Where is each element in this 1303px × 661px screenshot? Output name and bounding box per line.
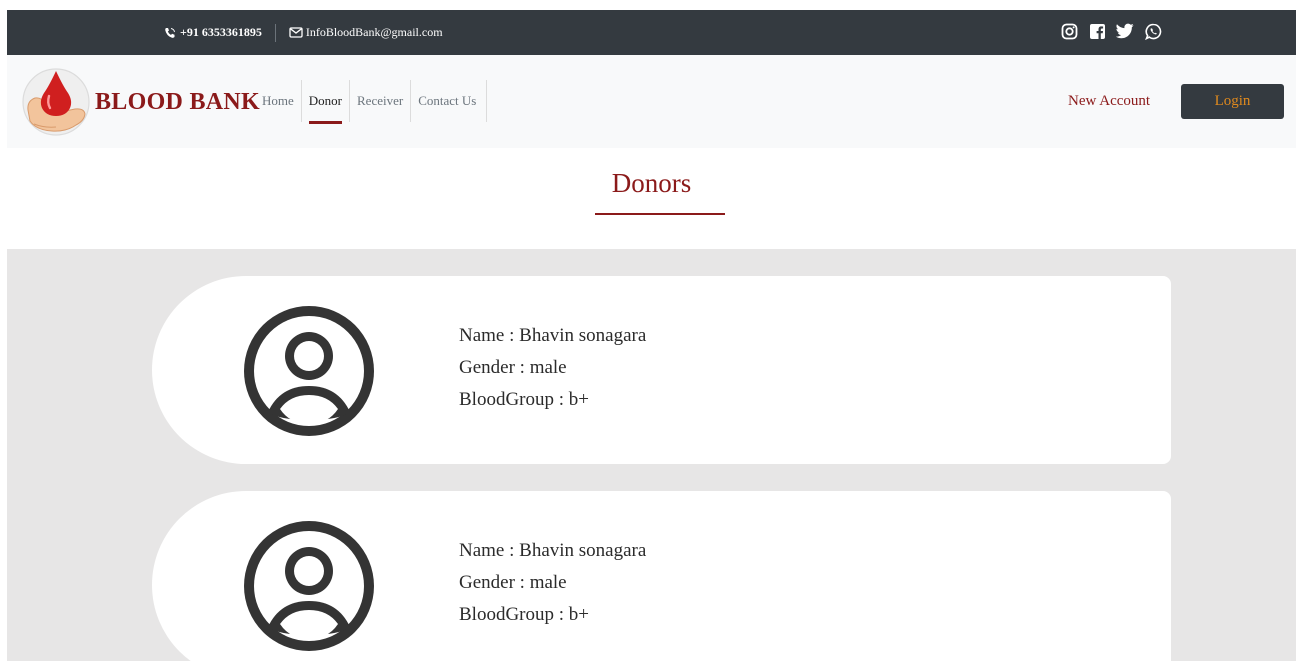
facebook-icon[interactable]	[1087, 21, 1107, 41]
donor-card: Name : Bhavin sonagara Gender : male Blo…	[152, 491, 1171, 661]
page-title: Donors	[611, 168, 692, 198]
nav-receiver[interactable]: Receiver	[350, 80, 412, 122]
donor-card: Name : Bhavin sonagara Gender : male Blo…	[152, 276, 1171, 464]
donor-info: Name : Bhavin sonagara Gender : male Blo…	[459, 535, 646, 631]
brand-name[interactable]: BLOOD BANK	[95, 89, 260, 116]
donor-gender: Gender : male	[459, 572, 567, 593]
nav-contact-us[interactable]: Contact Us	[411, 80, 488, 122]
divider	[274, 23, 276, 42]
email-address: InfoBloodBank@gmail.com	[305, 25, 443, 39]
donor-name: Name : Bhavin sonagara	[459, 540, 647, 561]
donor-name: Name : Bhavin sonagara	[459, 325, 647, 346]
phone-icon	[165, 27, 175, 38]
user-avatar-icon	[244, 521, 374, 651]
donor-blood-group: BloodGroup : b+	[459, 604, 589, 625]
social-links	[1059, 21, 1163, 41]
instagram-icon[interactable]	[1059, 21, 1079, 41]
new-account-link[interactable]: New Account	[1068, 93, 1150, 110]
donor-gender: Gender : male	[459, 357, 567, 378]
envelope-icon	[289, 27, 303, 38]
phone-number: +91 6353361895	[180, 25, 262, 39]
navbar: BLOOD BANK Home Donor Receiver Contact U…	[7, 55, 1296, 148]
phone-contact[interactable]: +91 6353361895	[164, 25, 262, 40]
nav-home[interactable]: Home	[255, 80, 302, 122]
blood-drop-logo[interactable]	[22, 64, 90, 140]
nav-donor[interactable]: Donor	[302, 80, 350, 124]
donor-blood-group: BloodGroup : b+	[459, 389, 589, 410]
twitter-icon[interactable]	[1115, 21, 1135, 41]
contact-info: +91 6353361895 InfoBloodBank@gmail.com	[164, 10, 443, 55]
user-avatar-icon	[244, 306, 374, 436]
whatsapp-icon[interactable]	[1143, 21, 1163, 41]
title-underline	[595, 213, 725, 215]
donor-info: Name : Bhavin sonagara Gender : male Blo…	[459, 320, 646, 416]
donor-list: Name : Bhavin sonagara Gender : male Blo…	[7, 249, 1296, 661]
main-navigation: Home Donor Receiver Contact Us	[255, 80, 488, 124]
login-button[interactable]: Login	[1181, 84, 1284, 119]
top-bar: +91 6353361895 InfoBloodBank@gmail.com	[7, 10, 1296, 55]
email-contact[interactable]: InfoBloodBank@gmail.com	[289, 25, 443, 40]
